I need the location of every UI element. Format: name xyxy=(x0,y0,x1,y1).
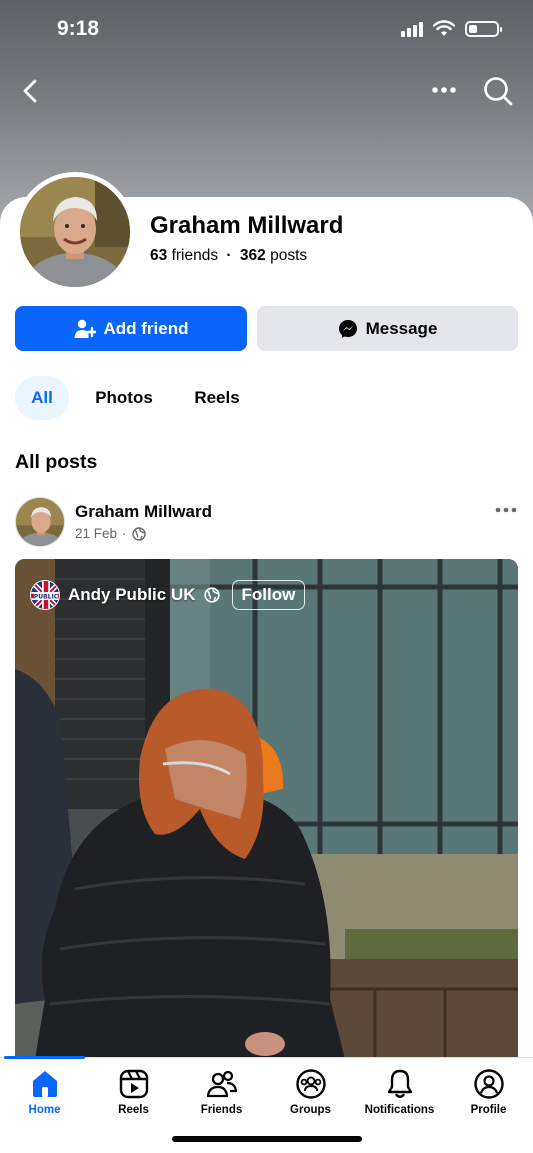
profile-stats: 63 friends · 362 posts xyxy=(150,247,307,265)
video-frame xyxy=(15,559,518,1059)
channel-name[interactable]: Andy Public UK xyxy=(68,585,196,605)
post-video[interactable]: PUBLIC Andy Public UK Follow xyxy=(15,559,518,1059)
messenger-icon xyxy=(338,319,357,338)
globe-icon xyxy=(131,526,146,541)
nav-home[interactable]: Home xyxy=(0,1068,89,1116)
home-icon xyxy=(32,1071,57,1097)
groups-icon xyxy=(295,1069,326,1099)
status-bar: 9:18 xyxy=(0,0,533,60)
battery-icon xyxy=(465,20,502,37)
profile-icon xyxy=(473,1069,504,1099)
tab-reels[interactable]: Reels xyxy=(186,376,248,420)
nav-groups-label: Groups xyxy=(290,1104,331,1116)
friends-label[interactable]: friends xyxy=(172,247,219,264)
nav-profile[interactable]: Profile xyxy=(444,1068,533,1116)
post-meta-separator: · xyxy=(122,526,127,541)
nav-reels-label: Reels xyxy=(118,1104,149,1116)
bell-icon xyxy=(387,1069,412,1098)
home-indicator xyxy=(172,1136,362,1142)
globe-icon xyxy=(203,587,220,603)
friends-icon xyxy=(206,1070,237,1098)
channel-logo-text: PUBLIC xyxy=(34,594,59,601)
post-more-icon[interactable] xyxy=(494,502,518,518)
add-friend-button[interactable]: Add friend xyxy=(15,306,247,351)
nav-groups[interactable]: Groups xyxy=(266,1068,355,1116)
channel-logo[interactable]: PUBLIC xyxy=(30,580,60,610)
active-tab-indicator xyxy=(4,1056,85,1059)
tab-photos[interactable]: Photos xyxy=(86,376,162,420)
nav-notifications-label: Notifications xyxy=(364,1104,435,1116)
union-flag-logo-icon: PUBLIC xyxy=(31,581,59,609)
message-button[interactable]: Message xyxy=(257,306,518,351)
nav-friends-label: Friends xyxy=(200,1104,243,1116)
post-author-photo xyxy=(16,498,64,546)
friends-count[interactable]: 63 xyxy=(150,247,167,264)
nav-notifications[interactable]: Notifications xyxy=(355,1068,444,1116)
posts-count: 362 xyxy=(239,247,266,264)
search-icon[interactable] xyxy=(482,75,514,107)
chevron-left-icon[interactable] xyxy=(18,76,46,106)
more-horizontal-icon[interactable] xyxy=(430,80,458,100)
follow-button[interactable]: Follow xyxy=(231,580,306,610)
post-author-avatar[interactable] xyxy=(15,497,65,547)
section-title: All posts xyxy=(15,451,98,473)
post-author-name[interactable]: Graham Millward xyxy=(75,502,212,522)
post-meta: 21 Feb · xyxy=(75,526,146,541)
profile-photo xyxy=(20,177,130,287)
profile-name: Graham Millward xyxy=(150,212,344,239)
add-friend-label: Add friend xyxy=(103,318,189,338)
stats-separator: · xyxy=(226,247,232,264)
posts-label: posts xyxy=(270,247,308,264)
nav-home-label: Home xyxy=(28,1104,61,1116)
tab-all[interactable]: All xyxy=(15,376,69,420)
nav-friends[interactable]: Friends xyxy=(177,1068,266,1116)
wifi-icon xyxy=(433,20,455,36)
nav-profile-label: Profile xyxy=(470,1104,507,1116)
profile-avatar[interactable] xyxy=(15,172,135,292)
add-person-icon xyxy=(74,319,96,338)
post-date[interactable]: 21 Feb xyxy=(75,526,117,541)
nav-reels[interactable]: Reels xyxy=(89,1068,178,1116)
reels-icon xyxy=(119,1069,148,1099)
status-icons xyxy=(401,20,502,37)
cellular-signal-icon xyxy=(401,21,423,37)
status-time: 9:18 xyxy=(57,17,100,40)
message-label: Message xyxy=(365,318,438,338)
video-channel-header: PUBLIC Andy Public UK Follow xyxy=(30,580,306,610)
